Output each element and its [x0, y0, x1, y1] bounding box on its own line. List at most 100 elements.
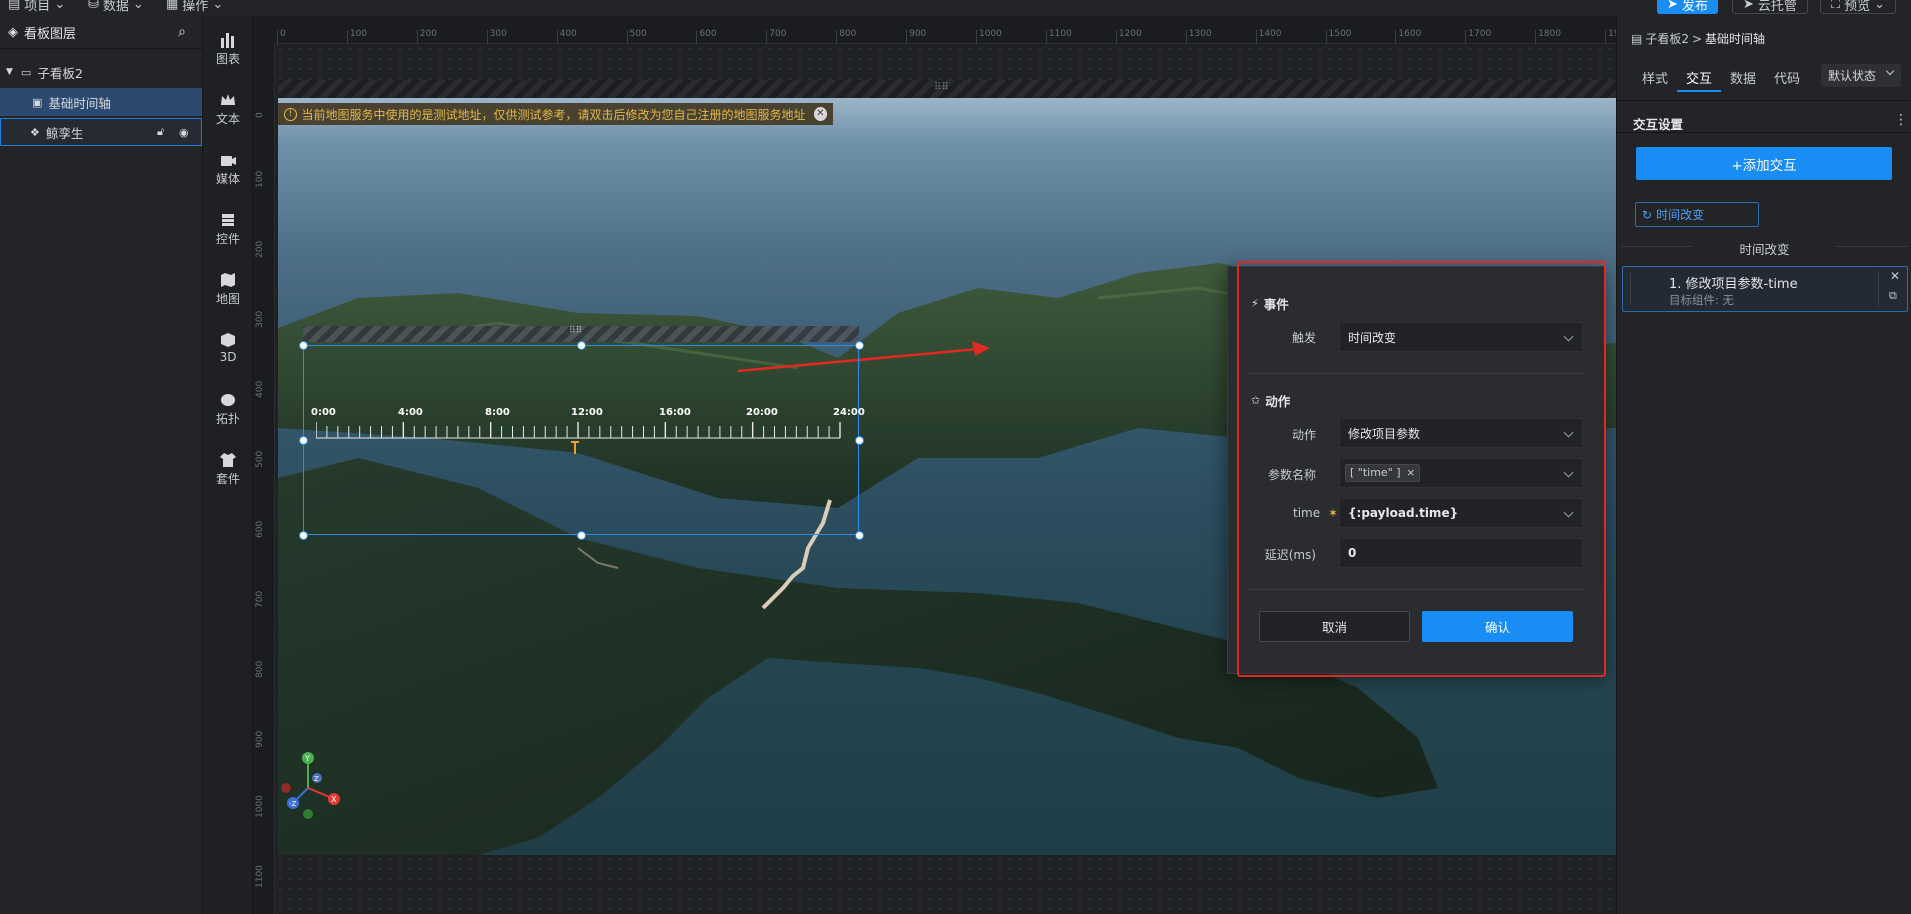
ruler-label: 0: [255, 112, 265, 118]
tab-interaction[interactable]: 交互: [1677, 68, 1722, 92]
breadcrumb: ▤ 子看板2 > 基础时间轴: [1631, 30, 1765, 47]
ruler-label: 800: [255, 660, 265, 678]
card-subtitle: 目标组件: 无: [1669, 293, 1735, 307]
widget-drag-strip[interactable]: ⠿⠿: [303, 326, 859, 342]
tab-style[interactable]: 样式: [1633, 68, 1677, 92]
ruler-label: 1600: [1398, 29, 1422, 39]
grid-icon: ▦: [166, 0, 179, 12]
cloud-host-label: 云托管: [1757, 0, 1797, 14]
component-text[interactable]: 文本: [203, 92, 253, 127]
ruler-label: 200: [255, 240, 265, 258]
event-chip[interactable]: ↻ 时间改变: [1635, 202, 1759, 227]
tab-code[interactable]: 代码: [1765, 68, 1809, 92]
shirt-icon: [220, 453, 236, 467]
chevron-down-icon: ⌄: [132, 0, 144, 12]
drag-handle-icon: ⠿⠿: [934, 82, 949, 93]
resize-handle-bl[interactable]: [299, 531, 308, 540]
svg-text:-Z: -Z: [289, 800, 297, 808]
ruler-label: 900: [255, 730, 265, 748]
ruler-tick: [1325, 30, 1327, 44]
menu-operation[interactable]: ▦ 操作 ⌄: [166, 0, 223, 14]
ruler-tick: [766, 30, 768, 44]
component-chart[interactable]: 图表: [203, 32, 253, 67]
ruler-tick: [1465, 30, 1467, 44]
ruler-tick: [346, 30, 348, 44]
close-icon[interactable]: ✕: [1890, 269, 1900, 283]
resize-handle-r[interactable]: [855, 436, 864, 445]
add-interaction-button[interactable]: +添加交互: [1636, 147, 1892, 180]
drag-handle-icon: ⠿⠿: [569, 326, 583, 336]
ruler-label: 400: [559, 29, 577, 39]
layer-item-twin[interactable]: ❖ 鲸孪生 🔓︎ ◉: [0, 118, 202, 146]
resize-handle-tl[interactable]: [299, 341, 308, 350]
publish-button[interactable]: ➤ 发布: [1657, 0, 1718, 14]
close-icon[interactable]: ✕: [813, 107, 827, 121]
breadcrumb-parent[interactable]: 子看板2: [1645, 30, 1689, 47]
resize-handle-t[interactable]: [577, 341, 586, 350]
svg-text:X: X: [331, 795, 337, 804]
component-map[interactable]: 地图: [203, 272, 253, 307]
menu-data[interactable]: ⛁ 数据 ⌄: [88, 0, 144, 14]
tab-data[interactable]: 数据: [1721, 68, 1765, 92]
timeline-label: 0:00: [311, 407, 336, 418]
event-chip-label: 时间改变: [1656, 208, 1705, 222]
layer-item-timeline[interactable]: ▣ 基础时间轴: [0, 88, 202, 116]
group-line-right: [1837, 246, 1907, 247]
ruler-label: 700: [769, 29, 787, 39]
preview-button[interactable]: ⛶ 预览 ⌄: [1820, 0, 1897, 14]
ruler-label: 300: [489, 29, 507, 39]
copy-icon[interactable]: ⧉: [1889, 289, 1897, 303]
preview-label: 预览: [1844, 0, 1871, 14]
resize-handle-tr[interactable]: [855, 341, 864, 350]
more-icon[interactable]: ⋮: [1894, 112, 1908, 128]
component-label: 拓扑: [215, 412, 240, 426]
timeline-label: 4:00: [398, 407, 423, 418]
menu-project[interactable]: ▤ 项目 ⌄: [8, 0, 65, 14]
ruler-label: 300: [255, 310, 265, 328]
search-icon[interactable]: ⌕: [178, 24, 186, 40]
state-select[interactable]: 默认状态: [1821, 64, 1901, 87]
ruler-label: 1800: [1538, 29, 1562, 39]
component-control[interactable]: 控件: [203, 212, 253, 247]
ruler-label: 1400: [1258, 29, 1282, 39]
menu-project-label: 项目: [24, 0, 51, 14]
ruler-label: 600: [255, 520, 265, 538]
group-line-left: [1622, 246, 1692, 247]
file-icon: ▤: [8, 0, 21, 12]
component-label: 套件: [215, 472, 240, 486]
ruler-label: 100: [349, 29, 368, 39]
ruler-tick: [1535, 30, 1537, 44]
component-3d[interactable]: 3D: [203, 332, 253, 364]
crown-icon: [221, 94, 235, 105]
component-kit[interactable]: 套件: [203, 452, 253, 487]
ruler-tick: [626, 30, 628, 44]
resize-handle-b[interactable]: [577, 531, 586, 540]
timeline-label: 8:00: [485, 407, 510, 418]
fullscreen-icon: ⛶: [1831, 0, 1841, 12]
card-divider: [1878, 271, 1879, 307]
canvas-drag-strip[interactable]: ⠿⠿: [278, 80, 1616, 98]
resize-handle-l[interactable]: [299, 436, 308, 445]
menu-operation-label: 操作: [182, 0, 209, 14]
resize-handle-br[interactable]: [855, 531, 864, 540]
breadcrumb-separator: >: [1691, 31, 1703, 46]
ruler-tick: [906, 30, 908, 44]
event-group-title: 时间改变: [1739, 242, 1790, 257]
component-topology[interactable]: 拓扑: [203, 392, 253, 427]
interaction-card[interactable]: 1. 修改项目参数-time 目标组件: 无 ✕ ⧉: [1622, 266, 1908, 312]
ruler-label: 1700: [1468, 29, 1492, 39]
breadcrumb-current: 基础时间轴: [1705, 32, 1766, 46]
layer-item-sub-board[interactable]: ▼ ▭ 子看板2: [0, 58, 202, 86]
layers-title: 看板图层: [24, 26, 77, 42]
eye-icon[interactable]: ◉: [179, 126, 189, 139]
warning-text: 当前地图服务中使用的是测试地址，仅供测试参考，请双击后修改为您自己注册的地图服务…: [301, 107, 806, 122]
cloud-host-button[interactable]: ➤ 云托管: [1732, 0, 1808, 14]
highlight-box: [1237, 261, 1606, 677]
ruler-label: 400: [255, 380, 265, 398]
unlock-icon[interactable]: 🔓︎: [157, 125, 164, 139]
component-label: 媒体: [215, 172, 240, 186]
ruler-label: 1200: [1118, 29, 1142, 39]
ruler-tick: [277, 30, 278, 44]
ruler-label: 600: [699, 29, 717, 39]
component-media[interactable]: 媒体: [203, 152, 253, 187]
